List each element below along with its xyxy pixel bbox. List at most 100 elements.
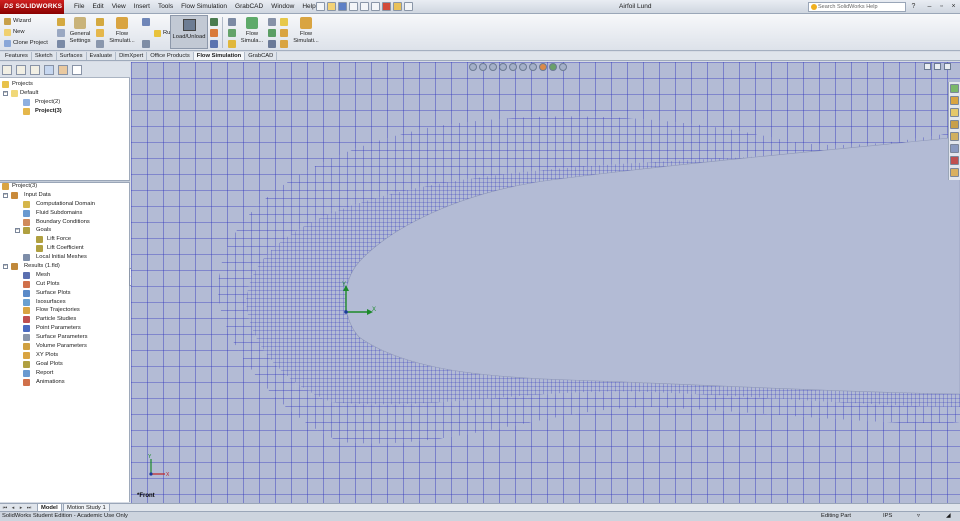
menu-file[interactable]: File bbox=[70, 0, 88, 14]
small-tool-icon-10[interactable] bbox=[210, 29, 218, 37]
tree-row-projects[interactable]: Projects bbox=[0, 80, 130, 89]
tree-row-project-2[interactable]: Project(2) bbox=[0, 98, 130, 107]
tree-row-default[interactable]: − Default bbox=[0, 89, 130, 98]
custom-properties-icon[interactable] bbox=[950, 156, 959, 165]
hide-show-items-icon[interactable] bbox=[529, 63, 537, 71]
collapse-icon[interactable]: − bbox=[3, 90, 8, 96]
save-icon[interactable] bbox=[338, 2, 347, 11]
view-orientation-icon[interactable] bbox=[509, 63, 517, 71]
small-tool-icon-16[interactable] bbox=[268, 29, 276, 37]
tree-row-project-3[interactable]: Project(3) bbox=[0, 107, 130, 116]
collapse-icon[interactable]: − bbox=[15, 228, 20, 234]
menu-grabcad[interactable]: GrabCAD bbox=[231, 0, 267, 14]
small-tool-icon-18[interactable] bbox=[280, 18, 288, 26]
tab-surfaces[interactable]: Surfaces bbox=[57, 52, 87, 60]
collapse-icon[interactable]: − bbox=[3, 192, 8, 198]
tree-row-computational-domain[interactable]: Computational Domain bbox=[0, 200, 130, 209]
menu-insert[interactable]: Insert bbox=[130, 0, 154, 14]
tree-row-results[interactable]: − Results (1.fld) bbox=[0, 262, 130, 271]
edit-appearance-icon[interactable] bbox=[539, 63, 547, 71]
small-tool-icon-15[interactable] bbox=[268, 18, 276, 26]
display-style-icon[interactable] bbox=[519, 63, 527, 71]
small-tool-icon-1[interactable] bbox=[57, 18, 65, 26]
general-settings-button[interactable]: General Settings bbox=[68, 17, 92, 44]
flow-simulation-button-c[interactable]: Flow Simulati... bbox=[290, 17, 322, 44]
rebuild-icon[interactable] bbox=[382, 2, 391, 11]
flow-sim-task-icon[interactable] bbox=[950, 168, 959, 177]
viewport-restore-icon[interactable] bbox=[934, 63, 941, 70]
small-tool-icon-2[interactable] bbox=[57, 29, 65, 37]
tree-row-xy-plots[interactable]: XY Plots bbox=[0, 351, 130, 360]
units-selector[interactable]: IPS bbox=[883, 512, 892, 521]
menu-flow-simulation[interactable]: Flow Simulation bbox=[177, 0, 231, 14]
tree-row-lift-force[interactable]: Lift Force bbox=[0, 235, 130, 244]
options-icon[interactable] bbox=[404, 2, 413, 11]
tree-row-particle-studies[interactable]: Particle Studies bbox=[0, 315, 130, 324]
menu-tools[interactable]: Tools bbox=[154, 0, 177, 14]
tree-row-mesh[interactable]: Mesh bbox=[0, 271, 130, 280]
tab-office-products[interactable]: Office Products bbox=[147, 52, 194, 60]
feature-manager-icon[interactable] bbox=[2, 65, 12, 75]
tree-row-isosurfaces[interactable]: Isosurfaces bbox=[0, 298, 130, 307]
small-tool-icon-4[interactable] bbox=[96, 18, 104, 26]
tree-row-boundary-conditions[interactable]: Boundary Conditions bbox=[0, 218, 130, 227]
tree-row-lift-coefficient[interactable]: Lift Coefficient bbox=[0, 244, 130, 253]
small-tool-icon-3[interactable] bbox=[57, 40, 65, 48]
small-tool-icon-20[interactable] bbox=[280, 40, 288, 48]
display-manager-icon[interactable] bbox=[58, 65, 68, 75]
tree-row-project-root[interactable]: Project(3) bbox=[0, 182, 130, 191]
small-tool-icon-12[interactable] bbox=[228, 18, 236, 26]
flow-analysis-tree-icon[interactable] bbox=[72, 65, 82, 75]
new-project-button[interactable]: New bbox=[2, 27, 25, 37]
solidworks-resources-icon[interactable] bbox=[950, 84, 959, 93]
tab-features[interactable]: Features bbox=[2, 52, 32, 60]
select-icon[interactable] bbox=[371, 2, 380, 11]
close-button[interactable]: × bbox=[949, 2, 958, 11]
tree-row-animations[interactable]: Animations bbox=[0, 378, 130, 387]
menu-edit[interactable]: Edit bbox=[88, 0, 107, 14]
tree-row-local-initial-meshes[interactable]: Local Initial Meshes bbox=[0, 253, 130, 262]
tree-row-goal-plots[interactable]: Goal Plots bbox=[0, 360, 130, 369]
search-results-icon[interactable] bbox=[950, 132, 959, 141]
small-tool-icon-14[interactable] bbox=[228, 40, 236, 48]
small-tool-icon-7[interactable] bbox=[142, 18, 150, 26]
previous-view-icon[interactable] bbox=[489, 63, 497, 71]
tree-row-flow-trajectories[interactable]: Flow Trajectories bbox=[0, 306, 130, 315]
tree-row-fluid-subdomains[interactable]: Fluid Subdomains bbox=[0, 209, 130, 218]
configuration-manager-icon[interactable] bbox=[30, 65, 40, 75]
tree-row-report[interactable]: Report bbox=[0, 369, 130, 378]
tree-row-surface-plots[interactable]: Surface Plots bbox=[0, 289, 130, 298]
viewport-close-icon[interactable] bbox=[944, 63, 951, 70]
collapse-icon[interactable]: − bbox=[3, 264, 8, 270]
new-document-icon[interactable] bbox=[316, 2, 325, 11]
zoom-to-area-icon[interactable] bbox=[479, 63, 487, 71]
small-tool-icon-19[interactable] bbox=[280, 29, 288, 37]
appearances-icon[interactable] bbox=[950, 144, 959, 153]
search-help-input[interactable]: Search SolidWorks Help bbox=[808, 2, 906, 12]
small-tool-icon-5[interactable] bbox=[96, 29, 104, 37]
tab-flow-simulation[interactable]: Flow Simulation bbox=[193, 52, 246, 60]
small-tool-icon-17[interactable] bbox=[268, 40, 276, 48]
property-manager-icon[interactable] bbox=[16, 65, 26, 75]
tree-row-surface-parameters[interactable]: Surface Parameters bbox=[0, 333, 130, 342]
undo-icon[interactable] bbox=[360, 2, 369, 11]
menu-view[interactable]: View bbox=[108, 0, 130, 14]
small-tool-icon-6[interactable] bbox=[96, 40, 104, 48]
tree-row-point-parameters[interactable]: Point Parameters bbox=[0, 324, 130, 333]
viewport-minimize-icon[interactable] bbox=[924, 63, 931, 70]
clone-project-button[interactable]: Clone Project bbox=[2, 38, 48, 48]
file-explorer-icon[interactable] bbox=[950, 108, 959, 117]
section-view-icon[interactable] bbox=[499, 63, 507, 71]
small-tool-icon-8[interactable] bbox=[142, 40, 150, 48]
small-tool-icon-13[interactable] bbox=[228, 29, 236, 37]
tree-row-volume-parameters[interactable]: Volume Parameters bbox=[0, 342, 130, 351]
tab-dimxpert[interactable]: DimXpert bbox=[116, 52, 148, 60]
tab-sketch[interactable]: Sketch bbox=[32, 52, 57, 60]
solidworks-logo[interactable]: DS SOLIDWORKS bbox=[0, 0, 64, 14]
restore-button[interactable]: ▫ bbox=[937, 2, 946, 11]
apply-scene-icon[interactable] bbox=[549, 63, 557, 71]
small-tool-icon-9[interactable] bbox=[210, 18, 218, 26]
tree-row-goals[interactable]: − Goals bbox=[0, 226, 130, 235]
view-settings-icon[interactable] bbox=[559, 63, 567, 71]
open-icon[interactable] bbox=[327, 2, 336, 11]
